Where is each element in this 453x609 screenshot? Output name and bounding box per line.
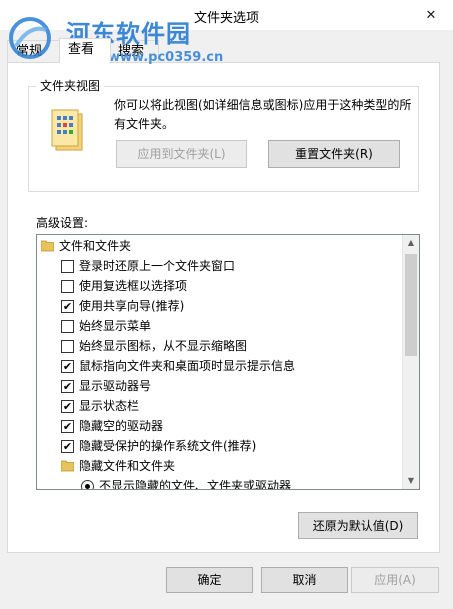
checkbox-checked[interactable]: ✔ — [61, 300, 74, 313]
tab-search-label: 搜索 — [118, 44, 145, 59]
advanced-settings-label: 高级设置: — [36, 216, 89, 230]
tab-general-label: 常规 — [16, 44, 43, 59]
setting-label: 隐藏受保护的操作系统文件(推荐) — [79, 439, 257, 453]
checkbox-checked[interactable]: ✔ — [61, 420, 74, 433]
setting-label: 始终显示菜单 — [79, 319, 152, 333]
apply-to-folders-button[interactable]: 应用到文件夹(L) — [116, 140, 247, 168]
setting-label: 始终显示图标，从不显示缩略图 — [79, 339, 248, 353]
folder-icon — [61, 460, 74, 472]
setting-label: 隐藏空的驱动器 — [79, 419, 164, 433]
title-bar: 文件夹选项 ✕ — [0, 0, 453, 30]
tree-label: 隐藏文件和文件夹 — [79, 459, 176, 473]
tab-search[interactable]: 搜索 — [109, 40, 159, 62]
setting-always-show-menus[interactable]: 始终显示菜单 — [37, 316, 397, 336]
checkbox-checked[interactable]: ✔ — [61, 440, 74, 453]
setting-dont-show-hidden[interactable]: 不显示隐藏的文件、文件夹或驱动器 — [37, 476, 397, 490]
tab-general[interactable]: 常规 — [7, 40, 61, 62]
setting-label: 登录时还原上一个文件夹窗口 — [79, 259, 236, 273]
folder-views-legend: 文件夹视图 — [36, 77, 105, 94]
scroll-up-icon[interactable]: ▲ — [403, 235, 419, 251]
setting-show-status-bar[interactable]: ✔ 显示状态栏 — [37, 396, 397, 416]
scrollbar-thumb[interactable] — [405, 254, 417, 356]
setting-show-drive-letters[interactable]: ✔ 显示驱动器号 — [37, 376, 397, 396]
setting-hide-protected-os-files[interactable]: ✔ 隐藏受保护的操作系统文件(推荐) — [37, 436, 397, 456]
checkbox[interactable] — [61, 260, 74, 273]
setting-always-show-icons[interactable]: 始终显示图标，从不显示缩略图 — [37, 336, 397, 356]
setting-restore-folder-windows[interactable]: 登录时还原上一个文件夹窗口 — [37, 256, 397, 276]
setting-label: 显示驱动器号 — [79, 379, 152, 393]
folder-views-description: 你可以将此视图(如详细信息或图标)应用于这种类型的所有文件夹。 — [114, 98, 412, 131]
folder-icon — [41, 240, 54, 252]
folder-views-icon — [51, 109, 83, 151]
close-icon: ✕ — [425, 7, 437, 23]
tree-folder-files-and-folders[interactable]: 文件和文件夹 — [37, 236, 397, 256]
setting-label: 使用复选框以选择项 — [79, 279, 188, 293]
setting-hide-empty-drives[interactable]: ✔ 隐藏空的驱动器 — [37, 416, 397, 436]
tab-view[interactable]: 查看 — [59, 38, 111, 63]
checkbox-checked[interactable]: ✔ — [61, 360, 74, 373]
checkbox[interactable] — [61, 340, 74, 353]
cancel-button[interactable]: 取消 — [261, 567, 348, 593]
tab-view-label: 查看 — [68, 42, 95, 57]
window-title: 文件夹选项 — [193, 11, 259, 26]
radio-selected[interactable] — [81, 480, 94, 489]
scroll-down-icon[interactable]: ▼ — [403, 473, 419, 489]
vertical-scrollbar[interactable]: ▲ ▼ — [402, 235, 419, 489]
checkbox[interactable] — [61, 280, 74, 293]
checkbox-checked[interactable]: ✔ — [61, 400, 74, 413]
setting-label: 使用共享向导(推荐) — [79, 299, 185, 313]
tree-label: 文件和文件夹 — [59, 239, 132, 253]
setting-label: 鼠标指向文件夹和桌面项时显示提示信息 — [79, 359, 296, 373]
close-button[interactable]: ✕ — [417, 4, 445, 26]
advanced-settings-tree[interactable]: 文件和文件夹 登录时还原上一个文件夹窗口 使用复选框以选择项 ✔ 使用共享向导(… — [36, 234, 420, 490]
checkbox-checked[interactable]: ✔ — [61, 380, 74, 393]
reset-folders-button[interactable]: 重置文件夹(R) — [268, 140, 400, 168]
tree-folder-hidden-files[interactable]: 隐藏文件和文件夹 — [37, 456, 397, 476]
restore-defaults-button[interactable]: 还原为默认值(D) — [298, 512, 418, 539]
setting-use-checkboxes[interactable]: 使用复选框以选择项 — [37, 276, 397, 296]
setting-label: 显示状态栏 — [79, 399, 140, 413]
checkbox[interactable] — [61, 320, 74, 333]
setting-sharing-wizard[interactable]: ✔ 使用共享向导(推荐) — [37, 296, 397, 316]
apply-button[interactable]: 应用(A) — [351, 567, 439, 593]
setting-popup-descriptions[interactable]: ✔ 鼠标指向文件夹和桌面项时显示提示信息 — [37, 356, 397, 376]
setting-label: 不显示隐藏的文件、文件夹或驱动器 — [99, 479, 292, 490]
ok-button[interactable]: 确定 — [166, 567, 253, 593]
